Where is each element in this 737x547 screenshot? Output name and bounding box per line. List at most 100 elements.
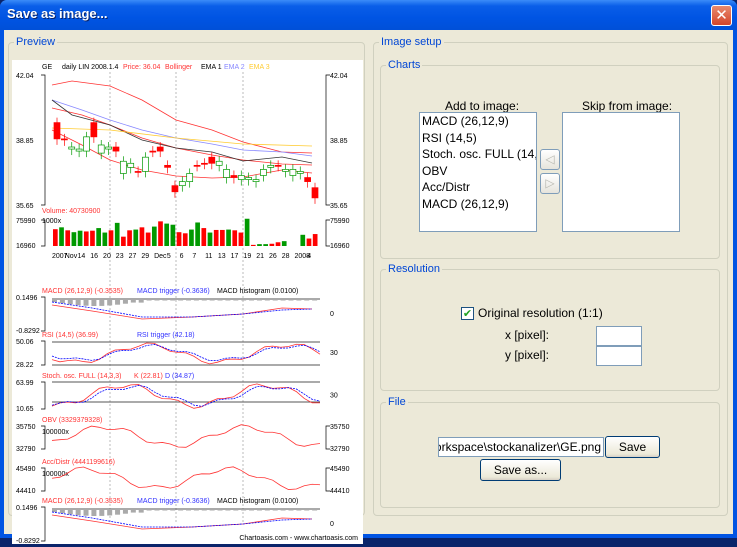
volume-bar bbox=[139, 227, 145, 246]
volume-bar bbox=[269, 243, 275, 246]
x-axis-tick: 4 bbox=[307, 253, 311, 260]
macd-histogram-bar bbox=[154, 509, 160, 511]
macd-histogram-bar bbox=[146, 299, 152, 301]
checkmark-icon: ✔ bbox=[462, 307, 473, 320]
volume-bar bbox=[182, 233, 188, 246]
macd-histogram-bar bbox=[67, 299, 73, 305]
close-icon[interactable]: ✕ bbox=[711, 5, 732, 26]
original-resolution-label[interactable]: Original resolution (1:1) bbox=[478, 306, 603, 320]
add-list-item[interactable]: OBV bbox=[420, 163, 536, 180]
add-list-item[interactable]: Stoch. osc. FULL (14,3,3) bbox=[420, 146, 536, 163]
candle-body bbox=[53, 122, 61, 140]
macd-histogram-bar bbox=[178, 509, 184, 511]
macd-histogram-bar bbox=[91, 509, 97, 516]
indicator-axis-label: 50.06 bbox=[16, 339, 34, 346]
volume-bar bbox=[207, 232, 213, 246]
x-axis-tick: 17 bbox=[231, 253, 239, 260]
volume-bar bbox=[201, 228, 207, 246]
image-setup-legend: Image setup bbox=[381, 36, 442, 48]
move-left-button[interactable]: ◁ bbox=[540, 149, 560, 170]
save-as-button[interactable]: Save as... bbox=[480, 459, 561, 481]
volume-bar bbox=[250, 244, 256, 246]
volume-bar bbox=[145, 232, 151, 246]
add-list-item[interactable]: MACD (26,12,9) bbox=[420, 196, 536, 213]
original-resolution-checkbox[interactable]: ✔ bbox=[461, 307, 474, 320]
volume-bar bbox=[275, 242, 281, 246]
macd-histogram-bar bbox=[122, 509, 128, 514]
indicator-title: MACD (26,12,9) (-0.3535) bbox=[42, 288, 123, 295]
macd-histogram-bar bbox=[138, 509, 144, 513]
macd-histogram-bar bbox=[296, 509, 302, 511]
price-axis-label: 35.65 bbox=[16, 203, 34, 210]
macd-histogram-bar bbox=[75, 299, 81, 306]
macd-histogram-bar bbox=[99, 509, 105, 516]
indicator-right-tick: 0 bbox=[330, 521, 334, 528]
indicator-axis bbox=[41, 296, 46, 332]
macd-histogram-bar bbox=[52, 509, 57, 512]
arrow-right-icon: ▷ bbox=[545, 176, 555, 190]
indicator-unit: 100000x bbox=[42, 429, 69, 436]
indicator-title: Acc/Distr (4441199616) bbox=[42, 459, 115, 466]
macd-histogram-bar bbox=[233, 509, 239, 511]
title-bar[interactable]: Save as image... ✕ bbox=[0, 0, 737, 30]
indicator-title: OBV (3329379328) bbox=[42, 417, 102, 424]
indicator-axis-label: 10.65 bbox=[16, 406, 34, 413]
stoch-k-line bbox=[51, 383, 321, 409]
move-right-button[interactable]: ▷ bbox=[540, 173, 560, 194]
price-ticker: GE bbox=[42, 64, 52, 71]
macd-histogram-bar bbox=[115, 509, 121, 515]
indicator-right-tick: 30 bbox=[330, 350, 338, 357]
indicator-axis-label-right: 32790 bbox=[330, 446, 350, 453]
x-axis-tick: 13 bbox=[218, 253, 226, 260]
volume-bar bbox=[170, 224, 176, 246]
ema1-label: EMA 1 bbox=[201, 64, 222, 71]
add-list-item[interactable]: MACD (26,12,9) bbox=[420, 113, 536, 130]
x-axis-tick: Nov bbox=[65, 253, 78, 260]
volume-bar bbox=[164, 223, 170, 246]
candle-body bbox=[215, 160, 223, 166]
macd-histogram-bar bbox=[280, 299, 286, 301]
rsi-line bbox=[51, 342, 321, 365]
indicator-axis-label: 44410 bbox=[16, 488, 36, 495]
add-list-item[interactable]: RSI (14,5) bbox=[420, 130, 536, 147]
candle-body bbox=[112, 146, 120, 152]
volume-axis-label-right: 16960 bbox=[330, 243, 350, 250]
y-pixel-input[interactable] bbox=[596, 346, 642, 366]
volume-bar bbox=[83, 231, 89, 246]
macd-line bbox=[51, 514, 313, 530]
stoch-d: D (34.87) bbox=[165, 373, 194, 380]
macd-histogram-bar bbox=[209, 299, 215, 301]
obv-line bbox=[51, 424, 321, 448]
macd-histogram-bar bbox=[272, 299, 278, 301]
bollinger-label: Bollinger bbox=[165, 64, 193, 71]
indicator-trigger: MACD trigger (-0.3636) bbox=[137, 498, 210, 505]
x-axis-tick: 19 bbox=[243, 253, 251, 260]
volume-axis-label: 16960 bbox=[16, 243, 36, 250]
save-button[interactable]: Save bbox=[605, 436, 660, 458]
macd-histogram-bar bbox=[130, 299, 136, 303]
add-list-item[interactable]: Acc/Distr bbox=[420, 179, 536, 196]
stoch-k: K (22.81) bbox=[134, 373, 163, 380]
volume-bar bbox=[300, 234, 306, 246]
macd-histogram-bar bbox=[225, 299, 231, 301]
volume-bar bbox=[189, 229, 194, 246]
x-axis-tick: Dec bbox=[154, 253, 167, 260]
volume-bar bbox=[226, 229, 231, 246]
y-pixel-label: y [pixel]: bbox=[505, 348, 550, 362]
volume-bar bbox=[238, 232, 244, 246]
indicator-axis-label: 0.1496 bbox=[16, 295, 38, 302]
indicator-histogram: MACD histogram (0.0100) bbox=[217, 498, 298, 505]
x-pixel-input[interactable] bbox=[596, 326, 642, 346]
x-axis-tick: 14 bbox=[78, 253, 86, 260]
candle-body bbox=[237, 175, 245, 180]
macd-histogram-bar bbox=[312, 299, 318, 301]
price-axis-label-right: 42.04 bbox=[330, 73, 348, 80]
add-to-image-label: Add to image: bbox=[445, 99, 520, 113]
volume-bar bbox=[220, 229, 225, 246]
skip-from-image-list[interactable] bbox=[562, 112, 680, 232]
add-to-image-list[interactable]: MACD (26,12,9) RSI (14,5) Stoch. osc. FULL… bbox=[419, 112, 537, 232]
file-path-input[interactable]: workspace\stockanalizer\GE.png bbox=[438, 437, 604, 457]
volume-bar bbox=[127, 230, 132, 246]
macd-histogram-bar bbox=[122, 299, 128, 304]
volume-bar bbox=[232, 230, 238, 246]
